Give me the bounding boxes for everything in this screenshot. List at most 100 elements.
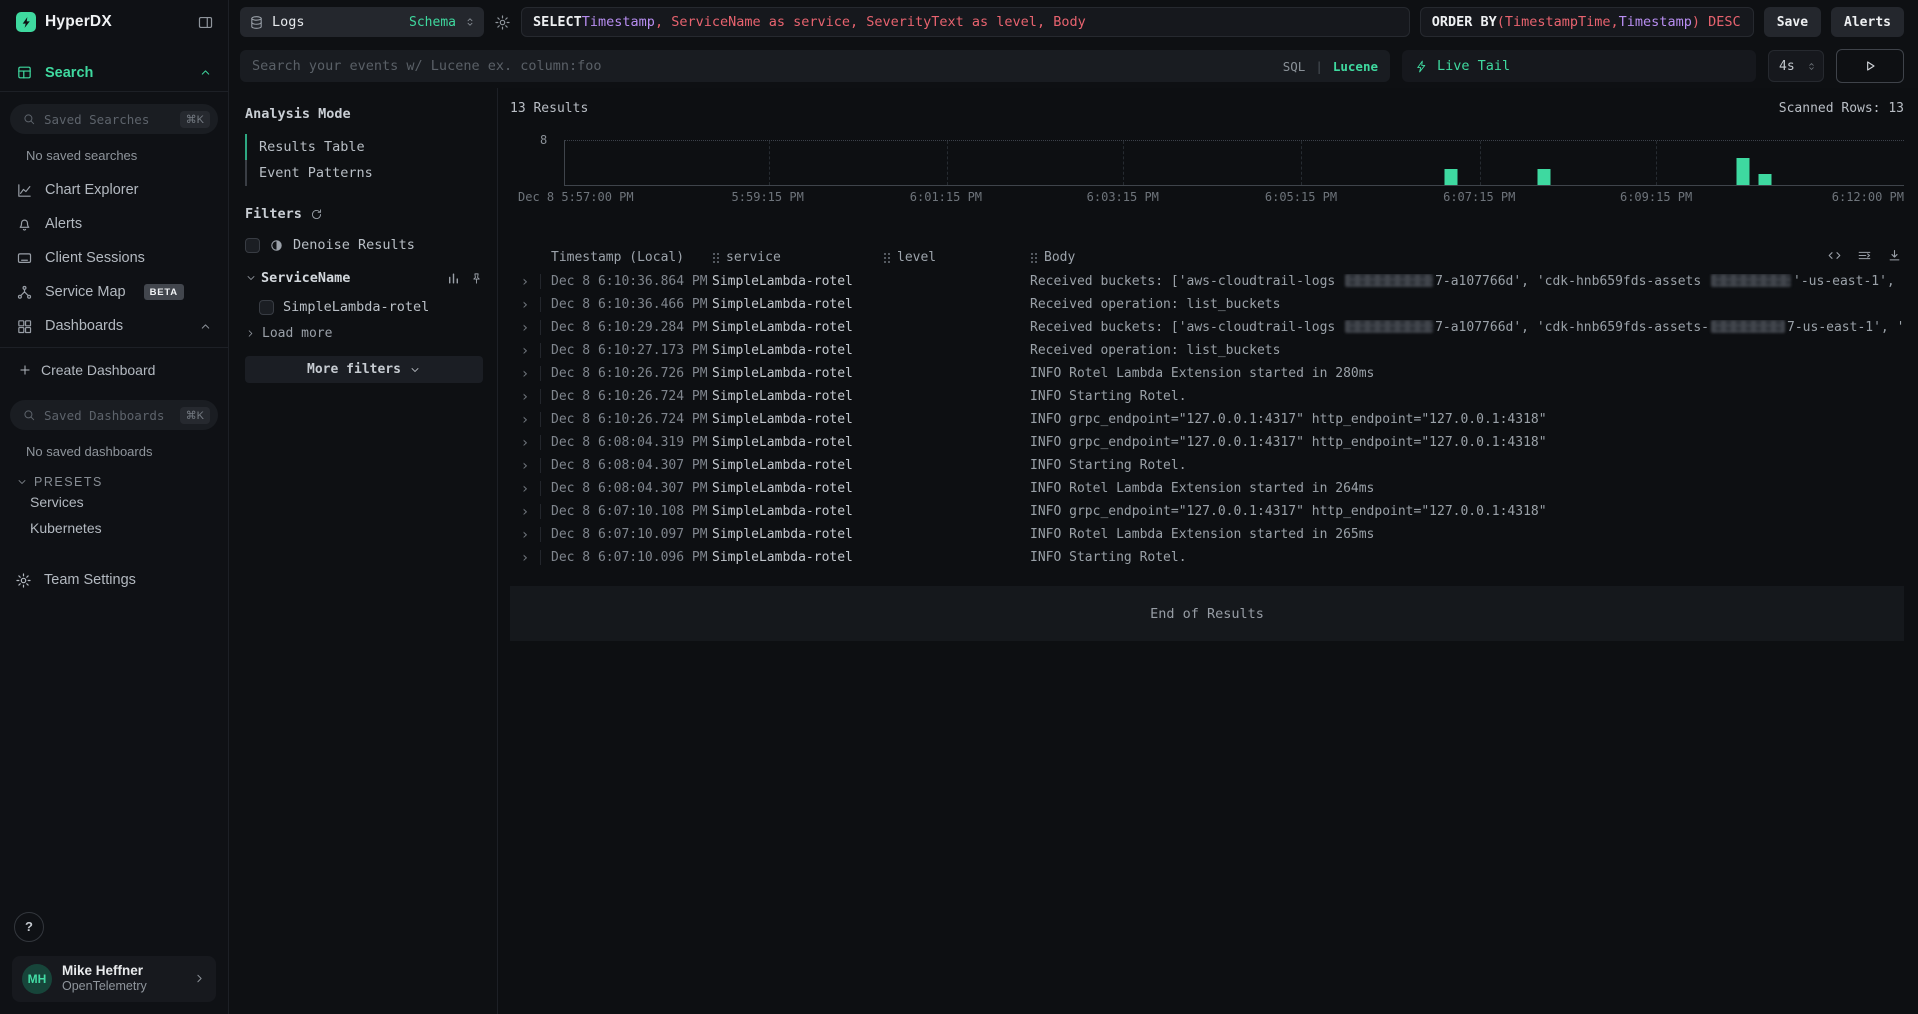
table-row[interactable]: ›Dec 8 6:10:26.726 PMSimpleLambda-rotelI… bbox=[510, 362, 1904, 385]
chevron-up-icon[interactable] bbox=[199, 320, 212, 333]
user-profile[interactable]: MH Mike Heffner OpenTelemetry bbox=[12, 956, 216, 1003]
alerts-button[interactable]: Alerts bbox=[1831, 7, 1904, 37]
expand-row-icon[interactable]: › bbox=[510, 367, 540, 381]
sidebar-item-dashboards[interactable]: Dashboards bbox=[0, 309, 228, 343]
results-header: 13 Results Scanned Rows: 13 bbox=[510, 88, 1904, 116]
facet-chart-icon[interactable] bbox=[447, 272, 460, 285]
more-filters-button[interactable]: More filters bbox=[245, 356, 483, 383]
saved-dashboards-input[interactable] bbox=[44, 408, 172, 423]
source-select[interactable]: Logs Schema bbox=[240, 7, 484, 37]
sidebar-item-team-settings[interactable]: Team Settings bbox=[0, 563, 228, 597]
table-row[interactable]: ›Dec 8 6:08:04.319 PMSimpleLambda-rotelI… bbox=[510, 431, 1904, 454]
save-button[interactable]: Save bbox=[1764, 7, 1821, 37]
select-clause-input[interactable]: SELECT Timestamp, ServiceName as service… bbox=[521, 7, 1410, 37]
expand-row-icon[interactable]: › bbox=[510, 344, 540, 358]
table-row[interactable]: ›Dec 8 6:10:36.466 PMSimpleLambda-rotelR… bbox=[510, 293, 1904, 316]
sql-mode-label[interactable]: SQL bbox=[1283, 59, 1306, 74]
row-body: INFO grpc_endpoint="127.0.0.1:4317" http… bbox=[1030, 504, 1904, 519]
sidebar-item-client-sessions[interactable]: Client Sessions bbox=[0, 241, 228, 275]
table-row[interactable]: ›Dec 8 6:10:36.864 PMSimpleLambda-rotelR… bbox=[510, 270, 1904, 293]
order-by-input[interactable]: ORDER BY (TimestampTime, Timestamp) DESC bbox=[1420, 7, 1754, 37]
sidebar-item-label: Search bbox=[45, 65, 93, 81]
sidebar-item-alerts[interactable]: Alerts bbox=[0, 207, 228, 241]
facet-servicename[interactable]: ServiceName bbox=[245, 270, 483, 286]
pin-icon[interactable] bbox=[470, 272, 483, 285]
chart-bar[interactable] bbox=[1445, 169, 1458, 186]
table-row[interactable]: ›Dec 8 6:10:26.724 PMSimpleLambda-rotelI… bbox=[510, 408, 1904, 431]
column-header-service[interactable]: service bbox=[712, 250, 883, 265]
chart-bar[interactable] bbox=[1758, 174, 1771, 185]
column-header-body[interactable]: Body bbox=[1030, 250, 1904, 265]
drag-handle-icon[interactable] bbox=[1030, 252, 1037, 263]
saved-searches-input[interactable] bbox=[44, 112, 172, 127]
run-query-button[interactable] bbox=[1836, 49, 1904, 83]
chart-bar[interactable] bbox=[1537, 169, 1550, 186]
chart-bar[interactable] bbox=[1737, 158, 1750, 186]
table-row[interactable]: ›Dec 8 6:10:26.724 PMSimpleLambda-rotelI… bbox=[510, 385, 1904, 408]
code-view-icon[interactable] bbox=[1827, 248, 1842, 263]
expand-row-icon[interactable]: › bbox=[510, 275, 540, 289]
drag-handle-icon[interactable] bbox=[883, 252, 890, 263]
expand-row-icon[interactable]: › bbox=[510, 413, 540, 427]
help-button[interactable]: ? bbox=[14, 912, 44, 942]
sidebar-item-chart-explorer[interactable]: Chart Explorer bbox=[0, 173, 228, 207]
create-dashboard-button[interactable]: Create Dashboard bbox=[0, 352, 228, 388]
table-row[interactable]: ›Dec 8 6:07:10.108 PMSimpleLambda-rotelI… bbox=[510, 500, 1904, 523]
saved-dashboards-box[interactable]: ⌘K bbox=[10, 400, 218, 430]
preset-item-services[interactable]: Services bbox=[0, 489, 228, 515]
table-row[interactable]: ›Dec 8 6:07:10.096 PMSimpleLambda-rotelI… bbox=[510, 546, 1904, 569]
row-timestamp: Dec 8 6:10:26.724 PM bbox=[540, 389, 712, 404]
column-header-level[interactable]: level bbox=[883, 250, 1030, 265]
expand-row-icon[interactable]: › bbox=[510, 390, 540, 404]
load-more-button[interactable]: Load more bbox=[245, 326, 483, 341]
drag-handle-icon[interactable] bbox=[712, 252, 719, 263]
expand-row-icon[interactable]: › bbox=[510, 459, 540, 473]
expand-row-icon[interactable]: › bbox=[510, 321, 540, 335]
x-tick-label: 5:59:15 PM bbox=[732, 190, 804, 204]
results-table: Timestamp (Local) service level Body bbox=[510, 244, 1904, 641]
lucene-mode-label[interactable]: Lucene bbox=[1333, 59, 1378, 74]
refresh-icon[interactable] bbox=[310, 208, 323, 221]
chart-gridline bbox=[947, 141, 948, 185]
live-tail-button[interactable]: Live Tail bbox=[1402, 50, 1756, 82]
expand-row-icon[interactable]: › bbox=[510, 298, 540, 312]
expand-row-icon[interactable]: › bbox=[510, 505, 540, 519]
facet-value-checkbox[interactable] bbox=[259, 300, 274, 315]
schema-link[interactable]: Schema bbox=[409, 15, 456, 30]
preset-item-kubernetes[interactable]: Kubernetes bbox=[0, 515, 228, 541]
mode-event-patterns[interactable]: Event Patterns bbox=[245, 160, 483, 186]
sidebar-item-search[interactable]: Search bbox=[0, 54, 228, 92]
chevron-up-icon[interactable] bbox=[199, 66, 212, 79]
search-input[interactable] bbox=[252, 58, 1273, 74]
saved-searches-box[interactable]: ⌘K bbox=[10, 104, 218, 134]
denoise-checkbox[interactable] bbox=[245, 238, 260, 253]
table-row[interactable]: ›Dec 8 6:08:04.307 PMSimpleLambda-rotelI… bbox=[510, 454, 1904, 477]
search-box[interactable]: SQL | Lucene bbox=[240, 50, 1390, 82]
facet-value-row[interactable]: SimpleLambda-rotel bbox=[245, 299, 483, 315]
expand-row-icon[interactable]: › bbox=[510, 551, 540, 565]
table-row[interactable]: ›Dec 8 6:08:04.307 PMSimpleLambda-rotelI… bbox=[510, 477, 1904, 500]
row-timestamp: Dec 8 6:10:27.173 PM bbox=[540, 343, 712, 358]
results-area: 13 Results Scanned Rows: 13 8 Dec 8 5:57… bbox=[498, 88, 1918, 1014]
row-service: SimpleLambda-rotel bbox=[712, 481, 883, 496]
source-settings-gear-icon[interactable] bbox=[494, 14, 511, 31]
expand-row-icon[interactable]: › bbox=[510, 528, 540, 542]
sidebar-collapse-icon[interactable] bbox=[197, 14, 214, 31]
refresh-interval-select[interactable]: 4s bbox=[1768, 50, 1824, 82]
row-service: SimpleLambda-rotel bbox=[712, 412, 883, 427]
sidebar-item-service-map[interactable]: Service Map BETA bbox=[0, 275, 228, 309]
facet-value-label: SimpleLambda-rotel bbox=[283, 299, 429, 315]
expand-row-icon[interactable]: › bbox=[510, 436, 540, 450]
mode-results-table[interactable]: Results Table bbox=[245, 134, 483, 160]
column-header-timestamp[interactable]: Timestamp (Local) bbox=[540, 250, 712, 265]
presets-toggle[interactable]: PRESETS bbox=[16, 475, 228, 489]
search-nav-icon bbox=[16, 64, 33, 81]
wrap-lines-icon[interactable] bbox=[1857, 248, 1872, 263]
download-icon[interactable] bbox=[1887, 248, 1902, 263]
table-row[interactable]: ›Dec 8 6:07:10.097 PMSimpleLambda-rotelI… bbox=[510, 523, 1904, 546]
expand-row-icon[interactable]: › bbox=[510, 482, 540, 496]
table-row[interactable]: ›Dec 8 6:10:27.173 PMSimpleLambda-rotelR… bbox=[510, 339, 1904, 362]
no-saved-dashboards-note: No saved dashboards bbox=[26, 444, 228, 459]
results-histogram: 8 Dec 8 5:57:00 PM5:59:15 PM6:01:15 PM6:… bbox=[510, 140, 1904, 204]
table-row[interactable]: ›Dec 8 6:10:29.284 PMSimpleLambda-rotelR… bbox=[510, 316, 1904, 339]
